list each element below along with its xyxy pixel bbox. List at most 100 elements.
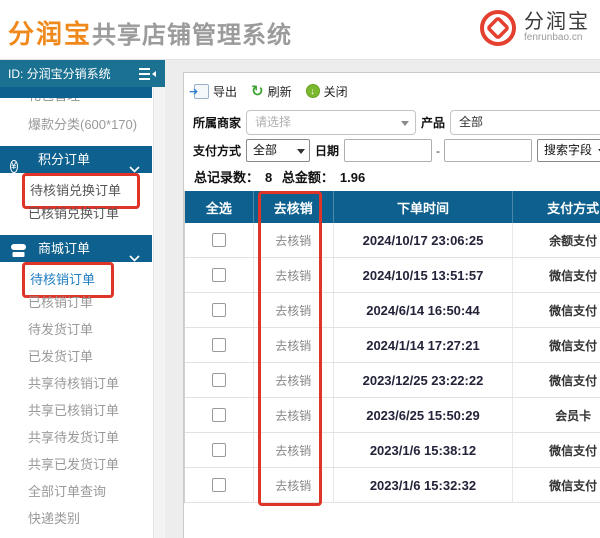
records-value: 8 [265,170,272,185]
sidebar-item-shared-shipped-orders[interactable]: 共享已发货订单 [0,451,152,478]
table-row: 去核销2024/10/15 13:51:57微信支付 [185,258,600,293]
order-time-cell: 2024/6/14 16:50:44 [334,293,514,327]
date-to-input[interactable] [444,139,532,162]
sidebar-item-label: 全部订单查询 [28,484,106,499]
row-checkbox[interactable] [212,303,226,317]
sidebar-scrollbar[interactable] [153,87,165,538]
sidebar-section-label: 商城订单 [38,241,90,256]
table-row: 去核销2023/1/6 15:38:12微信支付 [185,433,600,468]
refresh-label: 刷新 [268,83,292,100]
sidebar-item-label: 已核销兑换订单 [28,206,119,221]
table-row: 去核销2024/6/14 16:50:44微信支付 [185,293,600,328]
verify-button[interactable]: 去核销 [254,433,334,467]
row-checkbox[interactable] [212,268,226,282]
sidebar-section-points-orders[interactable]: ¥ 积分订单 [0,146,152,173]
product-input[interactable]: 全部 [450,110,600,135]
checkbox-cell [185,468,254,502]
table-body: 去核销2024/10/17 23:06:25余额支付去核销2024/10/15 … [185,223,600,503]
sidebar-item-label: 爆款分类(600*170) [28,117,137,132]
order-time-cell: 2024/10/17 23:06:25 [334,223,514,257]
verify-button[interactable]: 去核销 [254,293,334,327]
sidebar-item-label: 共享已核销订单 [28,403,119,418]
sidebar-item-shared-pending-ship-orders[interactable]: 共享待发货订单 [0,424,152,451]
export-label: 导出 [213,83,237,100]
sidebar-section-label: 积分订单 [38,152,90,167]
verify-button[interactable]: 去核销 [254,258,334,292]
sidebar-item-label: 已发货订单 [28,349,93,364]
order-time-cell: 2024/10/15 13:51:57 [334,258,514,292]
sidebar-item-shipped-orders[interactable]: 已发货订单 [0,343,152,370]
column-header-order-time: 下单时间 [334,191,514,223]
amount-label: 总金额： [282,170,334,185]
row-checkbox[interactable] [212,443,226,457]
checkbox-cell [185,258,254,292]
verify-button[interactable]: 去核销 [254,223,334,257]
collapse-menu-icon[interactable] [137,67,157,81]
sidebar-item-pending-ship-orders[interactable]: 待发货订单 [0,316,152,343]
close-button[interactable]: ↓ 关闭 [306,83,348,100]
sidebar-item-label: 待发货订单 [28,322,93,337]
sidebar-item-shared-pending-verify-orders[interactable]: 共享待核销订单 [0,370,152,397]
row-checkbox[interactable] [212,338,226,352]
sidebar-item-label: 已核销订单 [28,295,93,310]
verify-button[interactable]: 去核销 [254,363,334,397]
sidebar-item-verified-orders[interactable]: 已核销订单 [0,289,152,316]
sidebar-item-label: 共享已发货订单 [28,457,119,472]
sidebar-section-mall-orders[interactable]: 商城订单 [0,235,152,262]
logo: 分润宝 fenrunbao.cn [478,8,590,48]
close-label: 关闭 [324,83,348,100]
sidebar-item-shared-verified-orders[interactable]: 共享已核销订单 [0,397,152,424]
coin-logo-icon [478,8,518,48]
column-header-payment-method: 支付方式 [513,191,600,223]
summary-bar: 总记录数： 8 总金额： 1.96 [194,167,371,186]
refresh-icon: ↻ [251,84,264,99]
merchant-select-value: 请选择 [255,115,291,129]
row-checkbox[interactable] [212,408,226,422]
yen-icon: ¥ [10,151,27,168]
row-checkbox[interactable] [212,478,226,492]
search-field-value: 搜索字段 [544,143,592,157]
sidebar-item-pending-verify-exchange-orders[interactable]: 待核销兑换订单 [0,173,152,200]
table-row: 去核销2024/1/14 17:27:21微信支付 [185,328,600,363]
app-header: 分润宝共享店铺管理系统 分润宝 fenrunbao.cn [0,0,600,60]
checkbox-cell [185,398,254,432]
filter-row-1: 所属商家 请选择 产品 全部 [188,109,600,135]
sidebar-item-pending-verify-orders[interactable]: 待核销订单 [0,262,152,289]
product-input-value: 全部 [459,115,483,129]
search-field-select[interactable]: 搜索字段 [537,139,600,162]
merchant-select[interactable]: 请选择 [246,110,416,135]
sidebar-item-express-category[interactable]: 快递类别 [0,505,152,532]
payment-method-cell: 微信支付 [513,258,600,292]
verify-button[interactable]: 去核销 [254,328,334,362]
sidebar-item-gift-pack-management[interactable]: 礼包管理 [0,87,152,111]
chevron-down-icon [401,121,409,126]
date-from-input[interactable] [344,139,432,162]
sidebar-item-all-orders-query[interactable]: 全部订单查询 [0,478,152,505]
export-button[interactable]: 导出 [194,83,237,100]
payment-method-cell: 余额支付 [513,223,600,257]
verify-button[interactable]: 去核销 [254,398,334,432]
sidebar-item-hot-category[interactable]: 爆款分类(600*170) [0,111,152,138]
checkbox-cell [185,293,254,327]
orders-panel: 导出 ↻ 刷新 ↓ 关闭 所属商家 请选择 产品 全部 支付方式 [183,72,600,538]
app-window: 分润宝共享店铺管理系统 分润宝 fenrunbao.cn ID: 分润宝分销系统 [0,0,600,538]
verify-button[interactable]: 去核销 [254,468,334,502]
sidebar-item-label: 共享待核销订单 [28,376,119,391]
payment-method-cell: 微信支付 [513,468,600,502]
column-header-verify: 去核销 [254,191,334,223]
sidebar: ID: 分润宝分销系统 礼包管理 爆款分类(600*170) ¥ 积分订单待核销兑换… [0,60,165,538]
row-checkbox[interactable] [212,233,226,247]
date-label: 日期 [315,142,339,159]
sidebar-item-verified-exchange-orders[interactable]: 已核销兑换订单 [0,200,152,227]
export-icon [194,84,209,99]
payment-method-select[interactable]: 全部 [246,139,310,162]
records-label: 总记录数： [194,170,259,185]
payment-method-cell: 微信支付 [513,363,600,397]
sidebar-id-bar: ID: 分润宝分销系统 [0,60,165,87]
logo-name: 分润宝 [524,12,590,33]
row-checkbox[interactable] [212,373,226,387]
refresh-button[interactable]: ↻ 刷新 [251,83,292,100]
column-header-select-all[interactable]: 全选 [185,191,254,223]
checkbox-cell [185,363,254,397]
amount-value: 1.96 [340,170,365,185]
